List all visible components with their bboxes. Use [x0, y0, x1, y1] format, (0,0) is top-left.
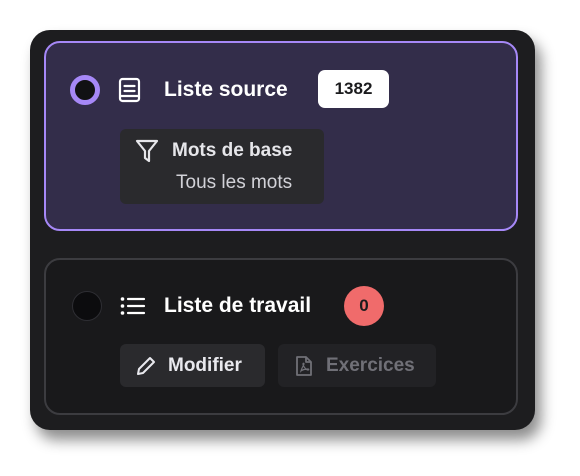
- book-icon: [118, 77, 141, 103]
- source-list-title: Liste source: [164, 78, 288, 101]
- source-list-card[interactable]: Liste source 1382 Mots de base Tous les …: [44, 41, 518, 231]
- exercises-button-label: Exercices: [326, 355, 415, 376]
- work-list-card[interactable]: Liste de travail 0 Modifier Exercices: [44, 258, 518, 415]
- filter-value: Tous les mots: [176, 172, 293, 193]
- exercises-button[interactable]: Exercices: [278, 344, 436, 387]
- filter-icon: [135, 139, 159, 163]
- source-list-count-badge: 1382: [318, 70, 389, 108]
- modify-button[interactable]: Modifier: [120, 344, 265, 387]
- filter-title: Mots de base: [172, 140, 293, 161]
- pdf-file-icon: [296, 356, 312, 376]
- work-list-radio[interactable]: [72, 291, 102, 321]
- filter-summary[interactable]: Mots de base Tous les mots: [120, 129, 324, 204]
- list-icon: [120, 297, 146, 315]
- list-selector-panel: Liste source 1382 Mots de base Tous les …: [30, 30, 535, 430]
- source-list-radio[interactable]: [70, 75, 100, 105]
- work-list-title: Liste de travail: [164, 294, 312, 317]
- pencil-icon: [137, 357, 155, 375]
- work-list-count-badge: 0: [344, 286, 384, 326]
- modify-button-label: Modifier: [168, 355, 242, 376]
